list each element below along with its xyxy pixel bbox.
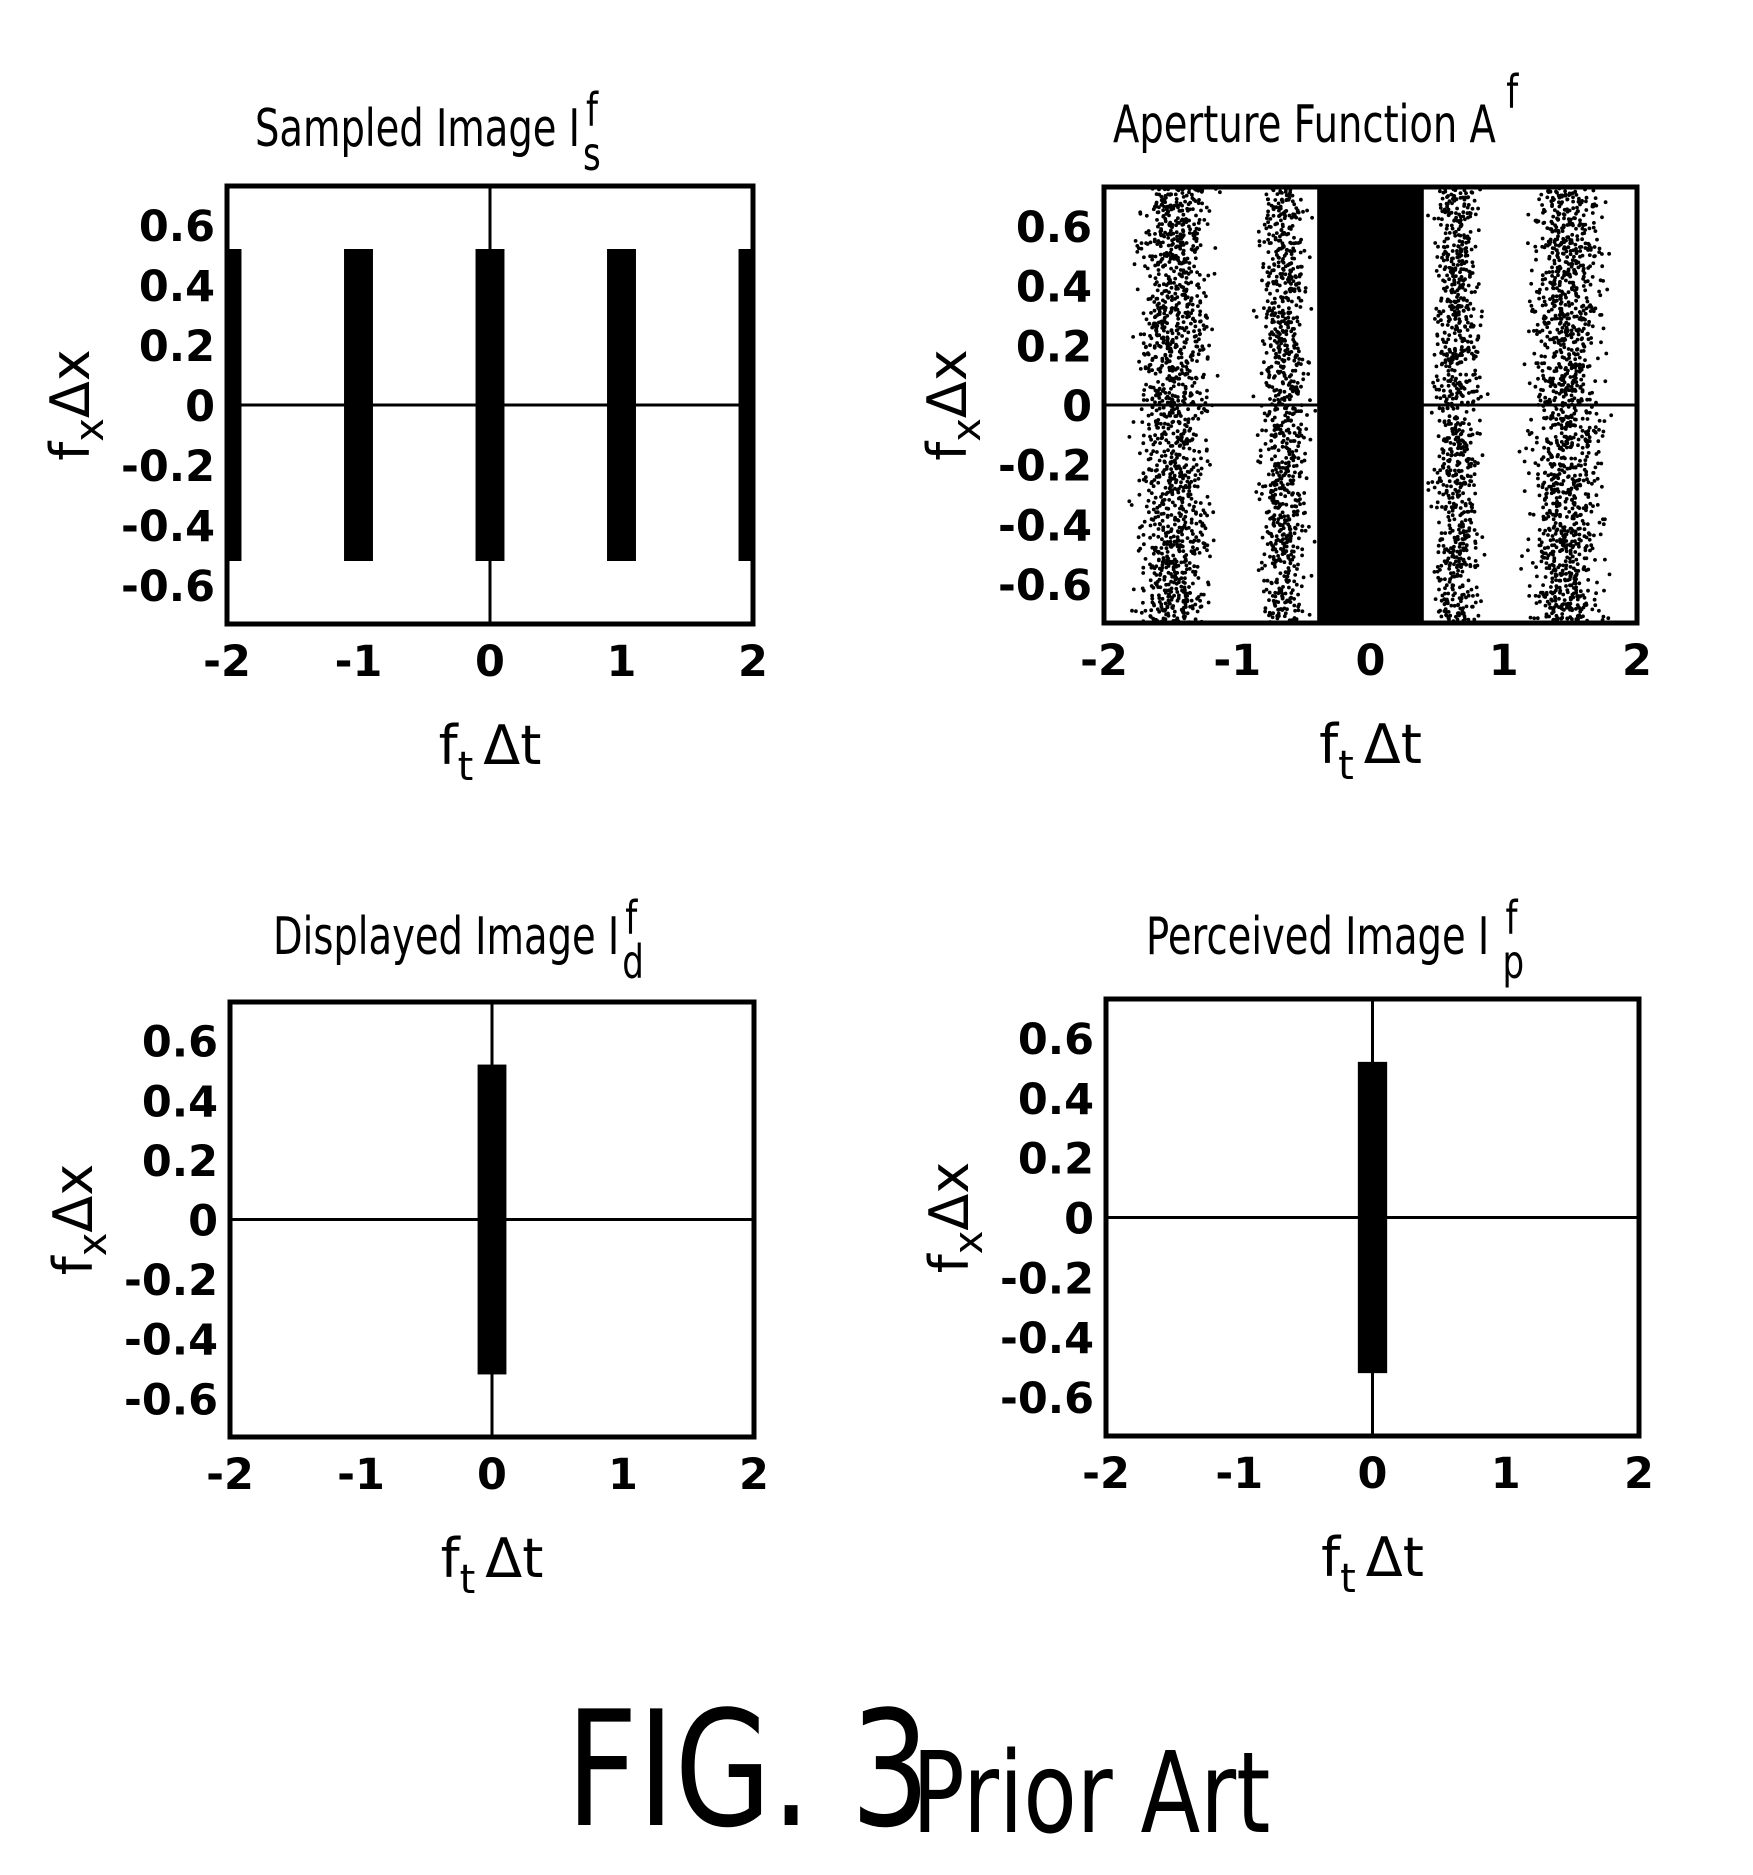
x-tick-label: 2 <box>1624 1449 1654 1499</box>
y-axis-label-subscript: x <box>946 1231 992 1255</box>
x-tick-label: -1 <box>1215 1449 1263 1499</box>
x-tick-label: 1 <box>1491 1449 1521 1499</box>
plot-area <box>1106 999 1639 1436</box>
y-tick-label: -0.2 <box>1000 1254 1094 1304</box>
x-axis-label-main: f <box>1321 1526 1342 1589</box>
x-tick-label: 0 <box>1358 1449 1388 1499</box>
x-axis-label-subscript: t <box>1340 1556 1356 1602</box>
y-axis-label: fxΔx <box>918 1162 992 1274</box>
spectrum-bar <box>1357 1061 1388 1374</box>
figure-caption: FIG. 3 Prior Art <box>566 1676 1270 1863</box>
x-tick-label: -2 <box>1082 1449 1130 1499</box>
y-axis-label-main: f <box>918 1252 981 1273</box>
plot-perceived-image: -2 -1 0 1 20.60.40.20-0.2-0.4-0.6ft ΔtfxΔx <box>918 996 1654 1602</box>
prior-art-label: Prior Art <box>912 1729 1271 1859</box>
y-tick-label: 0 <box>1064 1195 1094 1245</box>
y-axis-label-rest: Δx <box>918 1162 981 1231</box>
x-axis-label-rest: Δt <box>1366 1526 1424 1589</box>
y-tick-label: -0.4 <box>1000 1314 1094 1364</box>
y-tick-label: 0.6 <box>1018 1015 1094 1065</box>
y-tick-label: -0.6 <box>1000 1374 1094 1424</box>
figure-number: FIG. 3 <box>566 1676 931 1863</box>
x-axis-label: ft Δt <box>1321 1526 1424 1602</box>
y-tick-label: 0.2 <box>1018 1135 1094 1185</box>
y-tick-label: 0.4 <box>1018 1075 1094 1125</box>
